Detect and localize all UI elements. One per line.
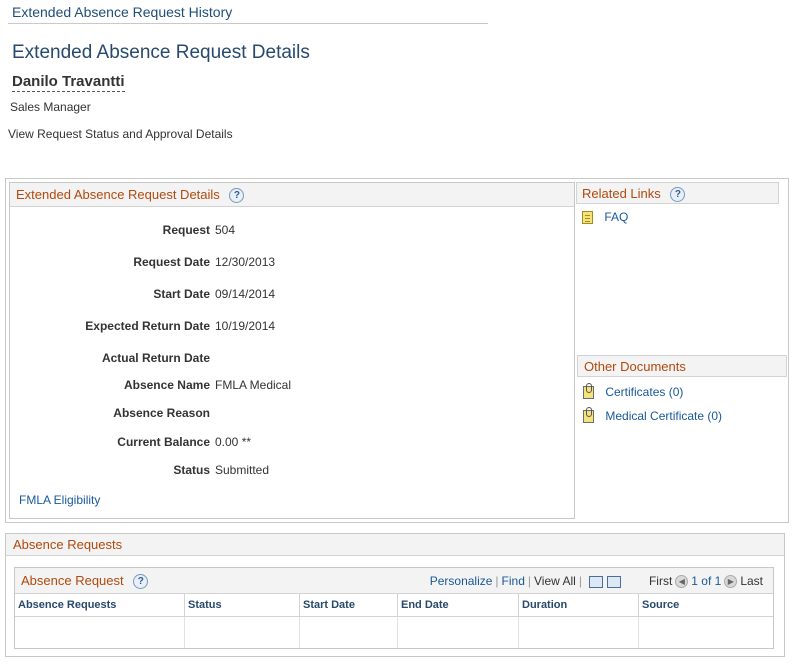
page-info: 1 of 1 <box>691 574 722 588</box>
field-value: FMLA Medical <box>215 378 292 392</box>
related-link-faq[interactable]: FAQ <box>582 210 628 225</box>
other-doc-medical-certificate[interactable]: Medical Certificate (0) <box>583 407 722 424</box>
empty-cell <box>398 617 519 648</box>
field-value: 504 <box>215 223 236 237</box>
field-row-status: Status Submitted <box>10 463 570 479</box>
related-links-header-label: Related Links <box>582 186 661 201</box>
request-details-panel: Extended Absence Request Details ? Reque… <box>9 182 575 519</box>
absence-requests-header: Absence Requests <box>6 534 784 556</box>
help-icon[interactable]: ? <box>133 574 149 590</box>
field-row-expected-return-date: Expected Return Date 10/19/2014 <box>10 319 570 335</box>
medical-certificate-link[interactable]: Medical Certificate (0) <box>605 409 722 423</box>
help-icon[interactable]: ? <box>670 187 686 203</box>
field-label: Start Date <box>153 287 210 301</box>
separator: | <box>495 574 499 588</box>
certificates-link[interactable]: Certificates (0) <box>605 385 683 399</box>
fmla-eligibility-link[interactable]: FMLA Eligibility <box>19 493 100 507</box>
grid-navigation: Personalize | Find | View All | First ◀ 1 of 1 ▶ L… <box>430 574 763 589</box>
field-label: Request Date <box>133 255 210 269</box>
field-label: Status <box>173 463 210 477</box>
paperclip-icon <box>583 383 594 400</box>
previous-arrow-icon[interactable]: ◀ <box>675 575 689 589</box>
new-window-icon[interactable] <box>588 575 603 588</box>
last-label: Last <box>740 574 763 588</box>
download-spreadsheet-icon[interactable] <box>606 575 621 588</box>
column-header-duration[interactable]: Duration <box>519 594 639 617</box>
document-icon <box>582 211 593 225</box>
page-instruction: View Request Status and Approval Details <box>8 127 233 141</box>
field-row-current-balance: Current Balance 0.00 ** <box>10 435 570 451</box>
other-doc-certificates[interactable]: Certificates (0) <box>583 383 683 400</box>
column-header-source[interactable]: Source <box>639 594 773 617</box>
field-label: Current Balance <box>117 435 210 449</box>
empty-cell <box>639 617 773 648</box>
page-title: Extended Absence Request Details <box>12 42 310 63</box>
field-label: Expected Return Date <box>85 319 210 333</box>
column-header-absence-requests[interactable]: Absence Requests <box>15 594 185 617</box>
first-label: First <box>648 574 673 588</box>
view-all-label: View All <box>534 574 576 588</box>
request-details-header-label: Extended Absence Request Details <box>16 187 220 202</box>
help-icon[interactable]: ? <box>229 188 245 204</box>
separator: | <box>578 574 582 588</box>
field-label: Absence Reason <box>113 406 210 420</box>
empty-cell <box>519 617 639 648</box>
field-row-actual-return-date: Actual Return Date <box>10 351 570 367</box>
empty-cell <box>300 617 398 648</box>
personalize-link[interactable]: Personalize <box>430 574 493 588</box>
field-row-absence-reason: Absence Reason <box>10 406 570 422</box>
field-label: Actual Return Date <box>101 351 210 365</box>
field-value: 09/14/2014 <box>215 287 276 301</box>
paperclip-icon <box>583 407 594 424</box>
empty-cell <box>15 617 185 648</box>
absence-request-grid: Absence Request ? Personalize | Find | View … <box>14 567 774 649</box>
column-header-status[interactable]: Status <box>185 594 300 617</box>
request-details-header: Extended Absence Request Details ? <box>10 183 574 207</box>
field-row-start-date: Start Date 09/14/2014 <box>10 287 570 303</box>
faq-link[interactable]: FAQ <box>604 210 628 224</box>
field-value: 12/30/2013 <box>215 255 276 269</box>
grid-title: Absence Request ? <box>21 573 149 590</box>
grid-title-label: Absence Request <box>21 573 124 588</box>
field-row-absence-name: Absence Name FMLA Medical <box>10 378 570 394</box>
field-row-request: Request 504 <box>10 223 570 239</box>
breadcrumb-link[interactable]: Extended Absence Request History <box>12 4 232 20</box>
breadcrumb-divider <box>8 23 488 24</box>
next-arrow-icon[interactable]: ▶ <box>724 575 738 589</box>
field-row-request-date: Request Date 12/30/2013 <box>10 255 570 271</box>
employee-name[interactable]: Danilo Travantti <box>12 73 125 92</box>
column-header-end-date[interactable]: End Date <box>398 594 519 617</box>
grid-title-bar: Absence Request ? Personalize | Find | View … <box>15 568 773 594</box>
field-value: 10/19/2014 <box>215 319 276 333</box>
column-header-start-date[interactable]: Start Date <box>300 594 398 617</box>
separator: | <box>527 574 532 588</box>
other-documents-header: Other Documents <box>577 355 787 377</box>
find-link[interactable]: Find <box>502 574 525 588</box>
job-title: Sales Manager <box>10 100 91 114</box>
field-value: Submitted <box>215 463 270 477</box>
related-links-header: Related Links ? <box>576 182 779 204</box>
field-label: Request <box>162 223 210 237</box>
field-value: 0.00 ** <box>215 435 252 449</box>
field-label: Absence Name <box>123 378 210 392</box>
empty-cell <box>185 617 300 648</box>
